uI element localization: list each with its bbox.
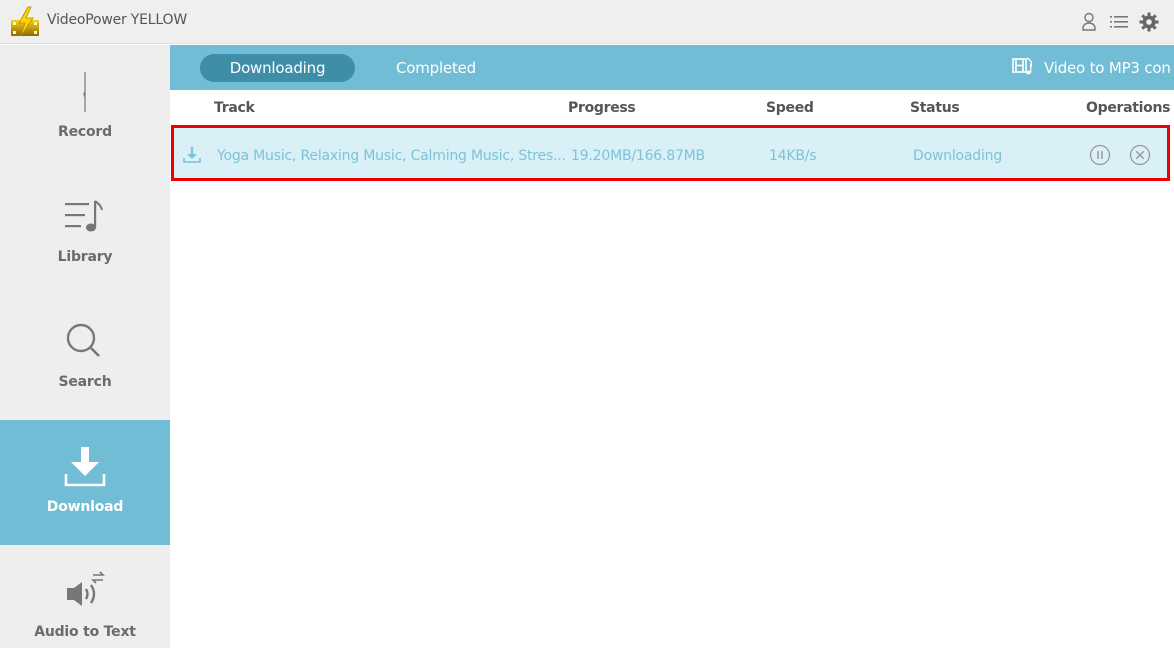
video-to-mp3-label: Video to MP3 con — [1044, 59, 1171, 77]
table-row[interactable]: Yoga Music, Relaxing Music, Calming Musi… — [173, 128, 1169, 178]
audio-to-text-icon — [63, 569, 107, 615]
sidebar-item-library[interactable]: Library — [0, 170, 170, 295]
music-list-icon — [63, 194, 107, 240]
sidebar-item-audio-to-text[interactable]: Audio to Text — [0, 545, 170, 648]
column-header-status: Status — [910, 100, 960, 116]
title-bar: VideoPower YELLOW — [0, 0, 1174, 44]
sidebar-item-record[interactable]: Record — [0, 45, 170, 170]
download-icon — [63, 444, 107, 490]
sidebar-item-label: Audio to Text — [34, 624, 136, 640]
column-header-progress: Progress — [568, 100, 636, 116]
column-header-operations: Operations — [1086, 100, 1171, 116]
sidebar: Record Library Search Download Audio to … — [0, 45, 170, 648]
download-row-icon — [183, 146, 201, 164]
search-icon — [63, 319, 107, 365]
sidebar-item-download[interactable]: Download — [0, 420, 170, 545]
gear-icon[interactable] — [1134, 10, 1164, 34]
table-header: Track Progress Speed Status Operations — [170, 90, 1174, 126]
column-header-track: Track — [214, 100, 255, 116]
close-circle-icon — [1129, 144, 1151, 166]
video-to-mp3-icon — [1012, 56, 1034, 80]
sidebar-item-label: Download — [46, 499, 124, 515]
track-title: Yoga Music, Relaxing Music, Calming Musi… — [217, 148, 566, 164]
sidebar-item-label: Record — [58, 124, 112, 140]
record-icon — [63, 69, 107, 115]
sidebar-item-label: Search — [58, 374, 112, 390]
pause-icon — [1089, 144, 1111, 166]
video-to-mp3-converter-button[interactable]: Video to MP3 con — [1012, 54, 1171, 82]
tab-bar: Downloading Completed Video to MP3 con — [170, 45, 1174, 90]
status-value: Downloading — [913, 148, 1003, 164]
tab-completed[interactable]: Completed — [370, 54, 502, 82]
cancel-button[interactable] — [1129, 144, 1151, 166]
sidebar-item-label: Library — [57, 249, 113, 265]
user-icon[interactable] — [1074, 10, 1104, 34]
tab-downloading[interactable]: Downloading — [200, 54, 355, 82]
progress-value: 19.20MB/166.87MB — [571, 148, 705, 164]
column-header-speed: Speed — [766, 100, 814, 116]
speed-value: 14KB/s — [769, 148, 817, 164]
sidebar-item-search[interactable]: Search — [0, 295, 170, 420]
pause-button[interactable] — [1089, 144, 1111, 166]
menu-list-icon[interactable] — [1104, 10, 1134, 34]
app-logo-icon — [10, 6, 40, 38]
app-title: VideoPower YELLOW — [47, 12, 187, 28]
